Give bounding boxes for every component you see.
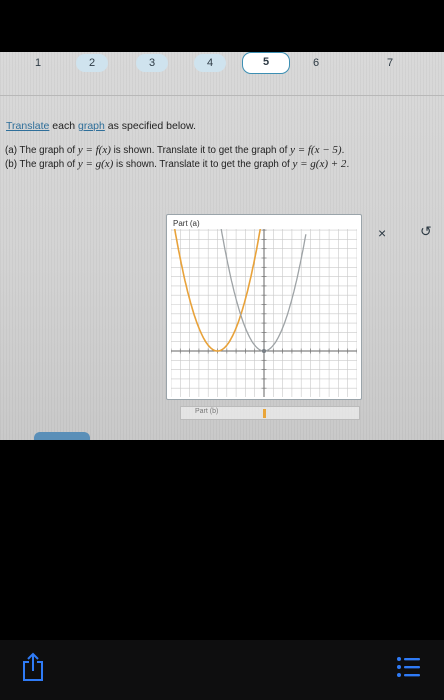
- step-5[interactable]: 5: [242, 52, 290, 74]
- step-4[interactable]: 4: [194, 54, 226, 72]
- problem-a-text-3: .: [341, 145, 345, 156]
- translate-link[interactable]: Translate: [6, 120, 49, 132]
- undo-button[interactable]: ↺: [420, 223, 432, 240]
- screenshot-screen: 1 2 3 4 5 6 7 Translate each graph as sp…: [0, 52, 444, 440]
- step-6[interactable]: 6: [300, 54, 332, 72]
- problem-b-text-3: .: [346, 159, 350, 170]
- step-3[interactable]: 3: [136, 54, 168, 72]
- list-icon[interactable]: [396, 654, 422, 680]
- share-icon[interactable]: [20, 652, 46, 682]
- step-7[interactable]: 7: [374, 54, 406, 72]
- step-navigation: 1 2 3 4 5 6 7: [0, 52, 444, 78]
- problem-a: (a) The graph of y = f(x) is shown. Tran…: [5, 144, 435, 156]
- bottom-toolbar: [0, 640, 444, 700]
- step-2[interactable]: 2: [76, 54, 108, 72]
- coordinate-plane[interactable]: [171, 229, 357, 397]
- part-b-marker: [263, 409, 266, 418]
- panel-title: Part (a): [173, 219, 200, 228]
- problem-b-equation-2: y = g(x) + 2: [292, 158, 347, 170]
- translated-vertex-point[interactable]: [261, 348, 267, 354]
- problem-b-text-2: is shown. Translate it to get the graph …: [113, 159, 293, 170]
- instructions-text-mid: each: [49, 120, 78, 132]
- clear-button[interactable]: ×: [378, 225, 386, 241]
- problem-a-text-2: is shown. Translate it to get the graph …: [110, 145, 291, 156]
- divider: [0, 95, 444, 96]
- instructions: Translate each graph as specified below.: [6, 120, 196, 132]
- part-b-label: Part (b): [195, 408, 219, 415]
- step-1[interactable]: 1: [22, 54, 54, 72]
- problem-a-equation-1: y = f(x): [77, 144, 111, 156]
- graph-panel-part-a[interactable]: Part (a): [166, 214, 362, 400]
- problem-b-label: (b): [5, 159, 17, 170]
- submit-button-partial[interactable]: [34, 432, 90, 440]
- part-b-tab[interactable]: Part (b): [180, 406, 360, 420]
- problem-b-text-1: The graph of: [16, 159, 78, 170]
- problem-b-equation-1: y = g(x): [77, 158, 114, 170]
- graph-link[interactable]: graph: [78, 120, 105, 132]
- problem-a-label: (a): [5, 145, 17, 156]
- problem-a-text-1: The graph of: [16, 145, 78, 156]
- problem-a-equation-2: y = f(x − 5): [290, 144, 342, 156]
- instructions-text-end: as specified below.: [104, 120, 196, 132]
- problem-b: (b) The graph of y = g(x) is shown. Tran…: [5, 158, 435, 170]
